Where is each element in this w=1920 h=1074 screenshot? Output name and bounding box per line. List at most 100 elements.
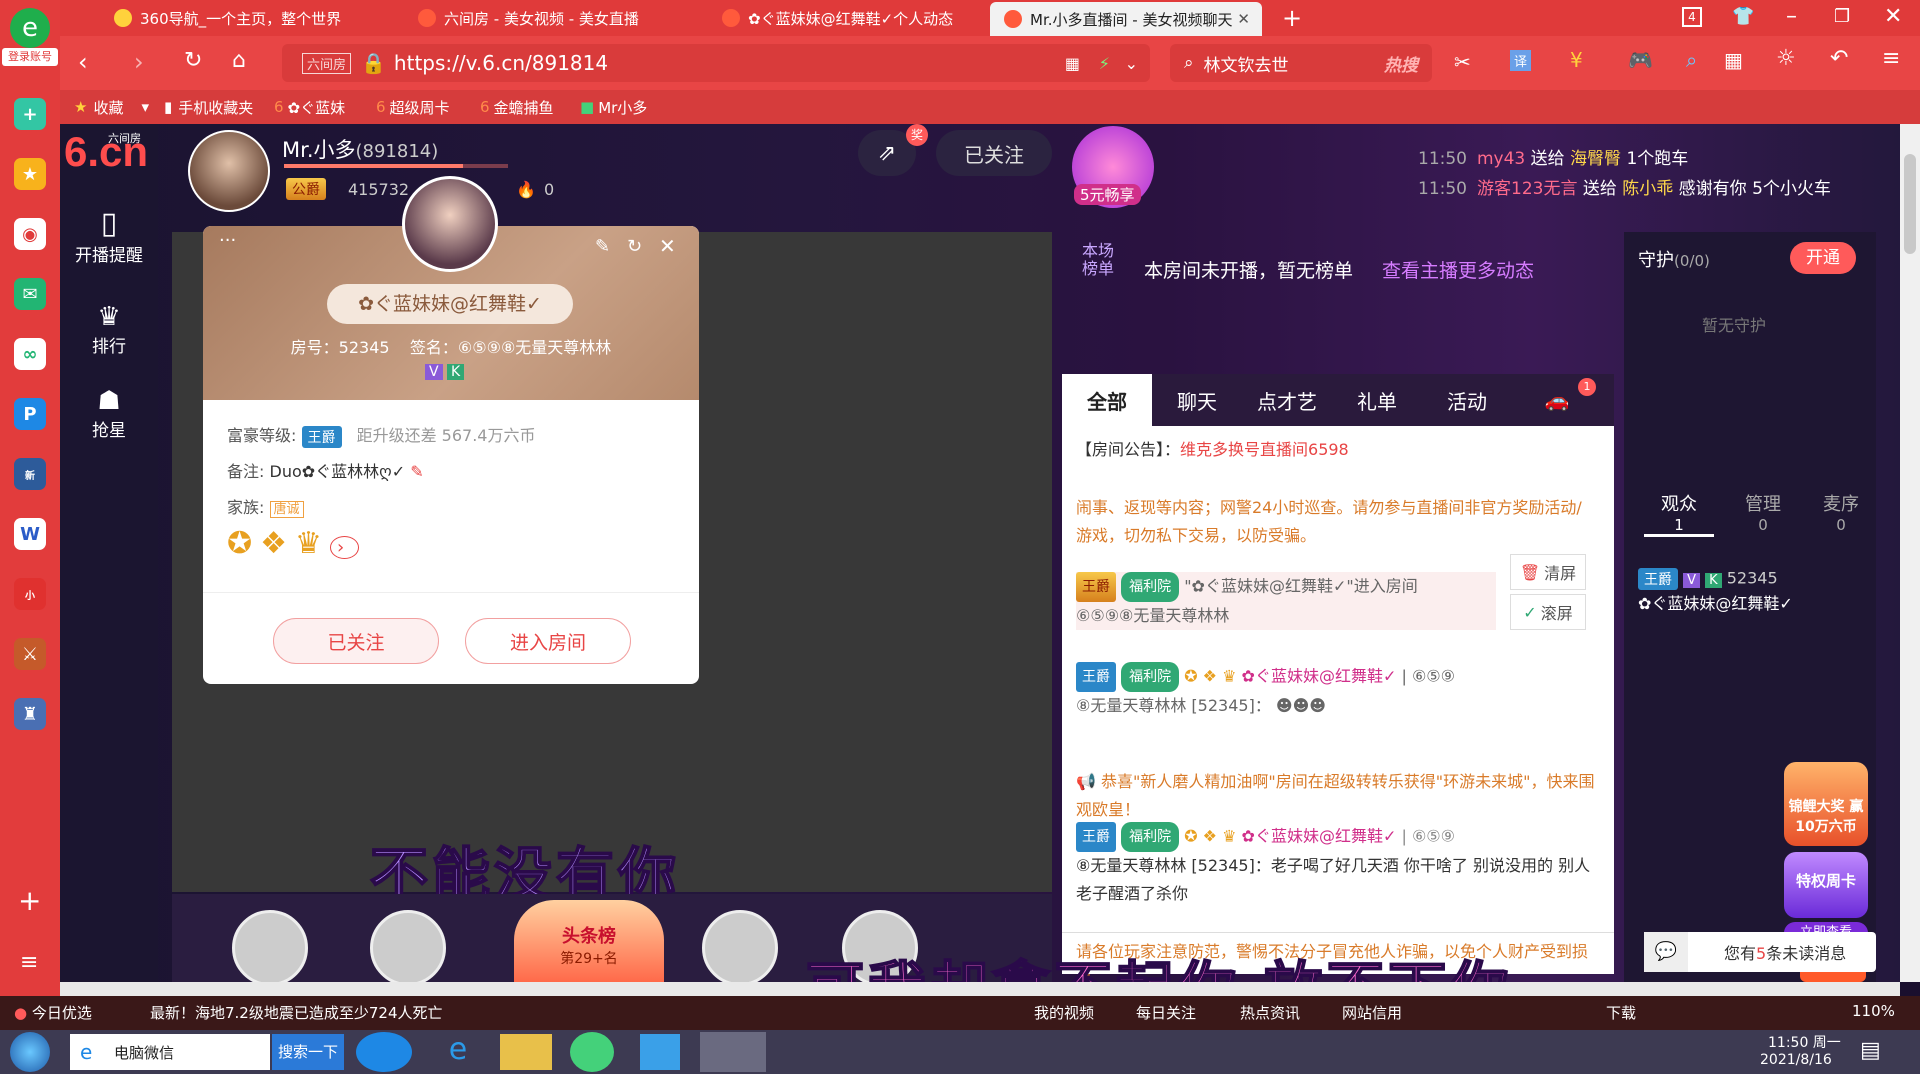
status-download[interactable]: 下载 [1606, 1002, 1636, 1023]
brightness-icon[interactable]: ☼ [1776, 46, 1796, 71]
browser-tab[interactable]: 六间房 - 美女视频 - 美女直播 [404, 0, 704, 36]
rank-tab[interactable]: 本场榜单 [1082, 242, 1122, 278]
restore-icon[interactable]: ❐ [1834, 6, 1850, 27]
tab-mic-order[interactable]: 麦序 0 [1806, 490, 1876, 534]
chevron-right-icon[interactable]: › [329, 536, 360, 559]
word-icon[interactable]: W [14, 518, 46, 550]
tab-gifts[interactable]: 礼单 [1332, 374, 1422, 426]
horizontal-scrollbar[interactable] [60, 982, 1900, 996]
bookmark-item[interactable]: 6 ✿ぐ蓝妹 [274, 90, 345, 124]
status-daily[interactable]: 每日关注 [1136, 1002, 1196, 1023]
more-options-icon[interactable]: ··· [219, 230, 236, 251]
status-credit[interactable]: 网站信用 [1342, 1002, 1402, 1023]
mic-seat-avatar[interactable] [702, 910, 778, 982]
scroll-screen-button[interactable]: ✓ 滚屏 [1510, 594, 1586, 630]
ie-icon[interactable]: e [430, 1032, 486, 1072]
guard-open-button[interactable]: 开通 [1790, 242, 1856, 274]
refresh-icon[interactable]: ↻ [184, 48, 202, 73]
promo-label[interactable]: 5元畅享 [1074, 184, 1141, 205]
hot-search-badge[interactable]: 热搜 [1384, 51, 1418, 76]
video-app-icon[interactable] [640, 1034, 680, 1070]
notification-icon[interactable]: ▤ [1860, 1038, 1881, 1063]
zoom-level[interactable]: 110% [1852, 1002, 1895, 1020]
search-input[interactable]: 林文钦去世 [1204, 51, 1289, 76]
refresh-icon[interactable]: ↻ [627, 236, 642, 257]
close-icon[interactable]: ✕ [659, 234, 676, 258]
speed-icon[interactable]: ⚡ [1099, 54, 1110, 73]
bookmark-item[interactable]: ■ Mr小多 [580, 90, 647, 124]
search-box[interactable]: ⌕ 林文钦去世 热搜 [1170, 44, 1432, 82]
login-button[interactable]: 登录账号 [2, 48, 58, 66]
qr-icon[interactable]: ▦ [1065, 54, 1080, 73]
scissors-icon[interactable]: ✂ [1454, 50, 1471, 74]
plus-app-icon[interactable]: + [14, 98, 46, 130]
taskbar-app-icon[interactable] [356, 1032, 412, 1072]
rank-more-link[interactable]: 查看主播更多动态 [1382, 256, 1534, 283]
nav-rank[interactable]: ♛ 排行 [60, 302, 158, 357]
browser360-icon[interactable] [570, 1032, 614, 1072]
tab-count[interactable]: 4 [1682, 7, 1702, 27]
nav-live-reminder[interactable]: ▯ 开播提醒 [60, 206, 158, 266]
clock-time[interactable]: 11:50 周一 [1768, 1032, 1841, 1052]
browser-tab[interactable]: ✿ぐ蓝妹妹@红舞鞋✓个人动态 [708, 0, 984, 36]
more-icon[interactable]: ≡ [1882, 46, 1900, 71]
new-tab-icon[interactable]: + [1282, 4, 1302, 32]
browser-tab[interactable]: 360导航_一个主页，整个世界 [100, 0, 400, 36]
host-name[interactable]: Mr.小多(891814) [282, 134, 438, 164]
taskbar-search-button[interactable]: 搜索一下 [272, 1034, 344, 1070]
mic-seat-avatar[interactable] [232, 910, 308, 982]
weibo-icon[interactable]: ◉ [14, 218, 46, 250]
bookmark-item[interactable]: ▮ 手机收藏夹 [164, 90, 253, 124]
clock-date[interactable]: 2021/8/16 [1760, 1052, 1832, 1068]
status-hot-news[interactable]: 热点资讯 [1240, 1002, 1300, 1023]
address-bar[interactable]: 六间房 🔒 https://v.6.cn/891814 ▦ ⚡ ⌄ [282, 44, 1150, 82]
news-prefix[interactable]: ● 今日优选 [14, 1002, 92, 1023]
undo-icon[interactable]: ↶ [1830, 46, 1848, 71]
apps-icon[interactable]: ▦ [1724, 48, 1743, 72]
active-app-icon[interactable] [700, 1032, 766, 1072]
skin-icon[interactable]: 👕 [1732, 6, 1754, 27]
weekly-card-promo[interactable]: 特权周卡 [1784, 852, 1868, 918]
host-avatar[interactable] [188, 130, 270, 212]
close-tab-icon[interactable]: ✕ [1237, 10, 1250, 28]
browser-tab-active[interactable]: Mr.小多直播间 - 美女视频聊天 ✕ [990, 2, 1262, 36]
start-button[interactable] [10, 1032, 50, 1072]
home-icon[interactable]: ⌂ [232, 48, 246, 73]
chevron-down-icon[interactable]: ⌄ [1125, 54, 1138, 73]
card-avatar[interactable] [402, 176, 498, 272]
tab-car[interactable]: 🚗 1 [1512, 374, 1602, 426]
enter-room-button[interactable]: 进入房间 [465, 618, 631, 664]
bookmark-item[interactable]: 6 超级周卡 [376, 90, 450, 124]
koi-promo[interactable]: 锦鲤大奖 赢10万六币 [1784, 762, 1868, 846]
mic-seat-avatar[interactable] [370, 910, 446, 982]
tab-chat[interactable]: 聊天 [1152, 374, 1242, 426]
add-sidebar-icon[interactable]: + [18, 884, 41, 917]
game2-icon[interactable]: ♜ [14, 698, 46, 730]
gamepad-icon[interactable]: 🎮 [1628, 48, 1653, 72]
news-app-icon[interactable]: 新 [14, 458, 46, 490]
edit-icon[interactable]: ✎ [410, 462, 423, 481]
minimize-icon[interactable]: – [1786, 4, 1797, 29]
forward-icon[interactable]: › [134, 48, 144, 76]
star-icon[interactable]: ★ [14, 158, 46, 190]
site-logo[interactable]: 6.cn 六间房 [64, 128, 158, 184]
card-username[interactable]: ✿ぐ蓝妹妹@红舞鞋✓ [327, 284, 573, 324]
status-my-videos[interactable]: 我的视频 [1034, 1002, 1094, 1023]
chevron-down-icon[interactable]: ▾ [141, 98, 149, 116]
game1-icon[interactable]: ⚔ [14, 638, 46, 670]
menu-icon[interactable]: ≡ [20, 950, 38, 975]
audience-item[interactable]: 王爵 V K 52345 ✿ぐ蓝妹妹@红舞鞋✓ [1638, 568, 1874, 614]
message-notice[interactable]: 💬 您有5条未读消息 [1644, 932, 1876, 972]
page-scrollbar[interactable] [1900, 124, 1920, 982]
bookmark-favorites[interactable]: ★ 收藏 ▾ [74, 90, 149, 124]
news-headline[interactable]: 最新！海地7.2级地震已造成至少724人死亡 [150, 1002, 443, 1023]
taskbar-search[interactable]: e 电脑微信 [70, 1034, 270, 1070]
tab-talent[interactable]: 点才艺 [1242, 374, 1332, 426]
cloud-icon[interactable]: ∞ [14, 338, 46, 370]
url-text[interactable]: https://v.6.cn/891814 [394, 51, 608, 75]
coin-icon[interactable]: ¥ [1570, 48, 1583, 72]
scroll-thumb[interactable] [1904, 154, 1916, 254]
clear-screen-button[interactable]: 🗑 清屏 [1510, 554, 1586, 590]
redbook-icon[interactable]: 小 [14, 578, 46, 610]
host-follow-button[interactable]: 已关注 [936, 130, 1052, 176]
